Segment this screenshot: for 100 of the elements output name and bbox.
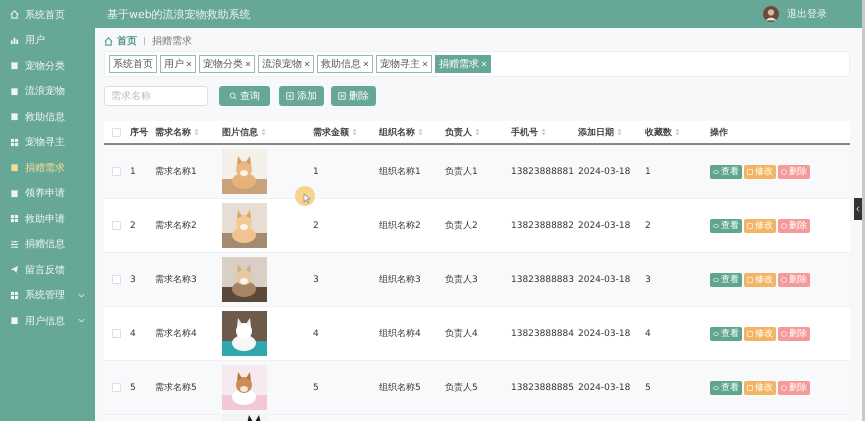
row-action-button[interactable]: 查看 (710, 326, 742, 340)
sidebar-item[interactable]: 系统管理 (0, 282, 95, 308)
sidebar-item[interactable]: 系统首页 (0, 2, 95, 28)
home-icon (104, 36, 113, 46)
sidebar-item[interactable]: 领养申请 (0, 180, 95, 206)
scrollbar[interactable] (862, 0, 865, 421)
sort-icon[interactable] (475, 128, 480, 136)
table-cell: 5 (645, 382, 651, 392)
row-action-button[interactable]: 删除 (778, 272, 810, 286)
circle-icon (781, 276, 787, 282)
row-action-button[interactable]: 修改 (744, 218, 776, 232)
sidebar-item[interactable]: 用户信息 (0, 308, 95, 334)
toolbar-button[interactable]: 查询 (219, 86, 270, 106)
eye-icon (713, 222, 719, 228)
table-cell-text: 负责人5 (445, 382, 478, 394)
sort-icon[interactable] (261, 128, 266, 136)
grid-icon (10, 290, 19, 300)
row-action-button[interactable]: 删除 (778, 380, 810, 394)
checkbox[interactable] (112, 329, 121, 338)
table-cell: 2024-03-18 (578, 166, 630, 176)
column-header: 手机号 (511, 126, 538, 138)
close-icon[interactable] (186, 61, 192, 67)
checkbox[interactable] (112, 221, 121, 230)
collapse-handle[interactable] (854, 198, 862, 220)
table-cell: 5 (313, 382, 319, 392)
table-cell-text: 负责人4 (445, 328, 478, 340)
row-action-button[interactable]: 查看 (710, 272, 742, 286)
table-cell-text: 组织名称3 (379, 274, 421, 286)
close-icon[interactable] (363, 61, 369, 67)
checkbox[interactable] (112, 128, 121, 136)
table-cell-text: 需求名称2 (155, 220, 197, 232)
page-tab[interactable]: 捐赠需求 (435, 55, 491, 73)
page-tab[interactable]: 救助信息 (317, 55, 373, 73)
page-tab[interactable]: 用户 (160, 55, 196, 73)
breadcrumb-item[interactable]: 首页 (117, 34, 137, 48)
row-action-button[interactable]: 修改 (744, 272, 776, 286)
table-cell: 5 (130, 382, 136, 392)
bar-chart-icon (10, 36, 19, 45)
eye-icon (713, 168, 719, 174)
table-cell: 4 (313, 328, 319, 338)
table-cell: 2 (645, 220, 651, 230)
square-icon (747, 222, 753, 228)
table-cell-text: 组织名称2 (379, 220, 421, 232)
document-icon (10, 112, 19, 122)
table-cell-text: 组织名称1 (379, 166, 421, 178)
sidebar-item[interactable]: 救助申请 (0, 206, 95, 232)
column-header: 序号 (130, 126, 148, 138)
checkbox[interactable] (112, 167, 121, 176)
sidebar-item[interactable]: 捐赠信息 (0, 232, 95, 257)
document-icon (10, 316, 19, 326)
row-action-button[interactable]: 查看 (710, 164, 742, 178)
close-icon[interactable] (422, 61, 428, 67)
sidebar-item[interactable]: 宠物寻主 (0, 130, 95, 155)
table-cell-text: 组织名称4 (379, 328, 421, 340)
sort-icon[interactable] (418, 128, 423, 136)
sidebar-item[interactable]: 救助信息 (0, 104, 95, 130)
eye-icon (713, 384, 719, 390)
page-tab[interactable]: 宠物寻主 (376, 55, 432, 73)
circle-icon (781, 168, 787, 174)
column-header: 需求名称 (155, 126, 191, 138)
row-action-button[interactable]: 删除 (778, 164, 810, 178)
row-action-button[interactable]: 查看 (710, 218, 742, 232)
app-title: 基于web的流浪宠物救助系统 (107, 6, 251, 22)
page-tab[interactable]: 宠物分类 (199, 55, 255, 73)
table-cell: 13823888885 (511, 382, 574, 392)
sidebar-item[interactable]: 用户 (0, 28, 95, 53)
column-header: 组织名称 (379, 126, 415, 138)
square-icon (747, 384, 753, 390)
sidebar-item[interactable]: 宠物分类 (0, 53, 95, 78)
row-action-button[interactable]: 修改 (744, 380, 776, 394)
chevron-left-icon (856, 206, 860, 212)
row-action-button[interactable]: 查看 (710, 380, 742, 394)
table-cell: 1 (313, 166, 319, 176)
sort-icon[interactable] (194, 128, 199, 136)
column-header: 图片信息 (222, 126, 258, 138)
row-action-button[interactable]: 删除 (778, 326, 810, 340)
row-action-button[interactable]: 修改 (744, 326, 776, 340)
sort-icon[interactable] (541, 128, 546, 136)
sidebar-item[interactable]: 捐赠需求 (0, 155, 95, 180)
toolbar-button[interactable]: 删除 (331, 86, 376, 106)
logout-link[interactable]: 退出登录 (787, 7, 827, 21)
page-tab[interactable]: 流浪宠物 (258, 55, 314, 73)
toolbar-button[interactable]: 添加 (279, 86, 324, 106)
checkbox[interactable] (112, 383, 121, 392)
row-action-button[interactable]: 修改 (744, 164, 776, 178)
sidebar-item[interactable]: 留言反馈 (0, 257, 95, 282)
sidebar-item[interactable]: 流浪宠物 (0, 78, 95, 104)
table-cell: 4 (130, 328, 136, 338)
table-cell-text: 需求名称4 (155, 328, 197, 340)
close-icon[interactable] (304, 61, 310, 67)
close-icon[interactable] (245, 61, 251, 67)
page-tab[interactable]: 系统首页 (109, 55, 157, 73)
sort-icon[interactable] (617, 128, 622, 136)
sort-icon[interactable] (675, 128, 680, 136)
table-cell: 1 (130, 166, 136, 176)
checkbox[interactable] (112, 275, 121, 284)
table-cell: 3 (130, 274, 136, 284)
search-field[interactable]: 需求名称 (104, 86, 208, 106)
sort-icon[interactable] (352, 128, 357, 136)
row-action-button[interactable]: 删除 (778, 218, 810, 232)
